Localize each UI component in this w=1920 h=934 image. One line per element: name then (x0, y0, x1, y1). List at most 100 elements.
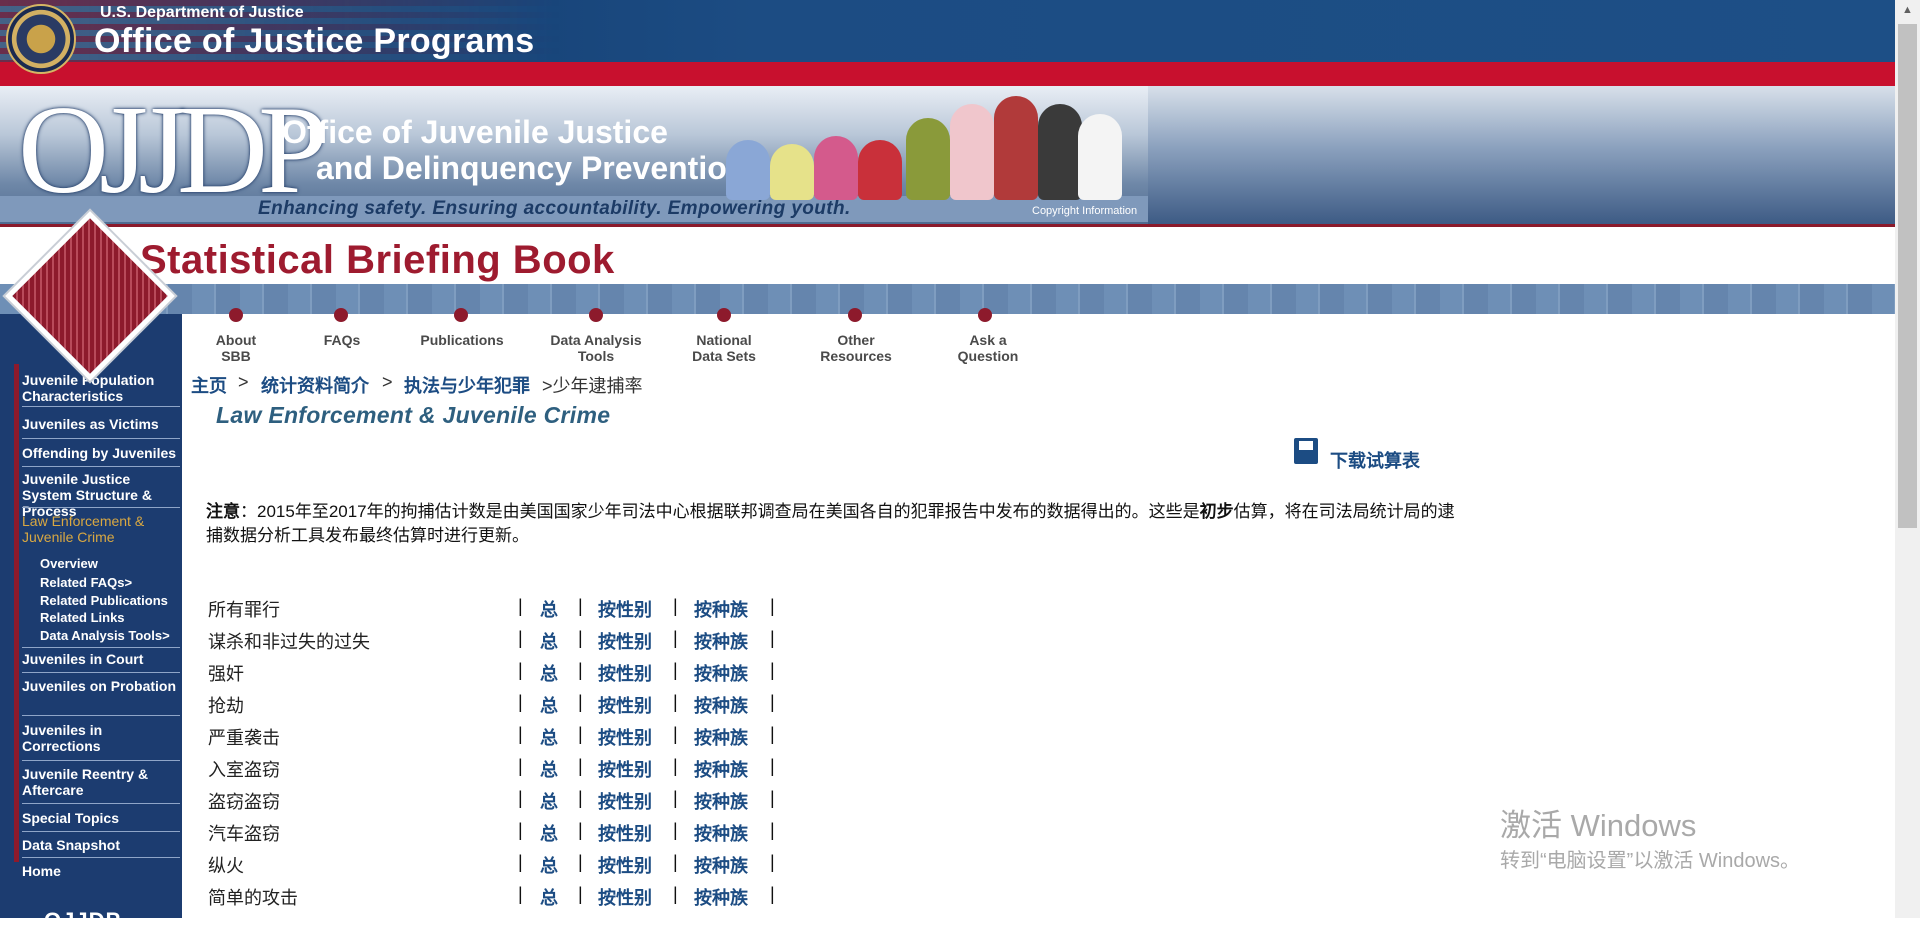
total-link[interactable]: 总 (540, 692, 558, 718)
column-separator: | (518, 724, 523, 744)
nav-about-sbb[interactable]: About SBB (208, 332, 264, 364)
nav-publications[interactable]: Publications (416, 332, 508, 348)
total-link[interactable]: 总 (540, 596, 558, 622)
by-sex-link[interactable]: 按性别 (598, 820, 652, 846)
ojjdp-banner-right (1148, 86, 1895, 225)
by-race-link[interactable]: 按种族 (694, 788, 748, 814)
column-separator: | (518, 756, 523, 776)
nav-dot-icon (334, 308, 348, 322)
column-separator: | (518, 596, 523, 616)
sidebar-item-probation[interactable]: Juveniles on Probation (22, 678, 180, 694)
offense-label: 简单的攻击 (208, 888, 298, 908)
by-race-link[interactable]: 按种族 (694, 852, 748, 878)
breadcrumb-level2[interactable]: 执法与少年犯罪 (404, 372, 530, 398)
note-paragraph: 注意：2015年至2017年的拘捕估计数是由美国国家少年司法中心根据联邦调查局在… (206, 500, 1468, 548)
total-link[interactable]: 总 (540, 884, 558, 910)
sidebar-item-home[interactable]: Home (22, 863, 180, 879)
doj-subtitle[interactable]: U.S. Department of Justice (100, 4, 304, 22)
sidebar-item-law-enforcement[interactable]: Law Enforcement & Juvenile Crime (22, 513, 180, 545)
sidebar-divider (22, 803, 180, 804)
column-separator: | (673, 596, 678, 616)
by-race-link[interactable]: 按种族 (694, 628, 748, 654)
sidebar-divider (22, 507, 180, 508)
sidebar-accent-bar (14, 364, 19, 862)
sidebar-item-population[interactable]: Juvenile Population Characteristics (22, 372, 180, 404)
by-race-link[interactable]: 按种族 (694, 692, 748, 718)
sidebar-bottom-logo[interactable]: OJJDP (44, 908, 121, 934)
sidebar-item-court[interactable]: Juveniles in Court (22, 651, 180, 667)
sidebar-item-victims[interactable]: Juveniles as Victims (22, 416, 180, 432)
doj-title[interactable]: Office of Justice Programs (94, 22, 535, 61)
by-sex-link[interactable]: 按性别 (598, 692, 652, 718)
youth-photo (726, 90, 1126, 200)
sidebar-sub-faqs[interactable]: Related FAQs> (40, 575, 132, 591)
doj-seal-icon[interactable] (6, 4, 76, 74)
by-race-link[interactable]: 按种族 (694, 596, 748, 622)
scrollbar-thumb[interactable] (1898, 24, 1917, 528)
total-link[interactable]: 总 (540, 820, 558, 846)
by-sex-link[interactable]: 按性别 (598, 852, 652, 878)
sidebar-item-data-snapshot[interactable]: Data Snapshot (22, 837, 180, 853)
nav-ask-question[interactable]: Ask a Question (952, 332, 1024, 364)
by-race-link[interactable]: 按种族 (694, 724, 748, 750)
sbb-stripe (0, 284, 1895, 314)
by-race-link[interactable]: 按种族 (694, 884, 748, 910)
total-link[interactable]: 总 (540, 852, 558, 878)
youth-figure (950, 104, 994, 200)
sidebar-sub-overview[interactable]: Overview (40, 556, 98, 572)
breadcrumb-level1[interactable]: 统计资料简介 (261, 372, 369, 398)
sidebar-item-corrections[interactable]: Juveniles in Corrections (22, 722, 180, 754)
sidebar-sub-publications[interactable]: Related Publications (40, 593, 168, 609)
youth-figure (994, 96, 1038, 200)
sbb-title[interactable]: Statistical Briefing Book (140, 238, 615, 283)
offense-label: 汽车盗窃 (208, 824, 280, 844)
column-separator: | (770, 788, 775, 808)
by-sex-link[interactable]: 按性别 (598, 724, 652, 750)
nav-label: Data Sets (692, 348, 756, 364)
sidebar-item-special-topics[interactable]: Special Topics (22, 810, 180, 826)
sidebar-item-reentry[interactable]: Juvenile Reentry & Aftercare (22, 766, 180, 798)
total-link[interactable]: 总 (540, 628, 558, 654)
by-sex-link[interactable]: 按性别 (598, 884, 652, 910)
column-separator: | (770, 820, 775, 840)
scroll-up-arrow-icon[interactable]: ▲ (1898, 4, 1917, 20)
ojjdp-logo[interactable]: OJJDP (18, 88, 328, 214)
sidebar-sub-links[interactable]: Related Links (40, 610, 125, 626)
sidebar-sub-tools[interactable]: Data Analysis Tools> (40, 628, 170, 644)
column-separator: | (518, 820, 523, 840)
total-link[interactable]: 总 (540, 756, 558, 782)
nav-label: Data Analysis (550, 332, 642, 348)
nav-label: Resources (820, 348, 892, 364)
column-separator: | (673, 724, 678, 744)
by-sex-link[interactable]: 按性别 (598, 660, 652, 686)
column-separator: | (673, 628, 678, 648)
nav-dot-icon (848, 308, 862, 322)
breadcrumb-home[interactable]: 主页 (191, 372, 227, 398)
by-sex-link[interactable]: 按性别 (598, 756, 652, 782)
column-separator: | (578, 660, 583, 680)
by-race-link[interactable]: 按种族 (694, 820, 748, 846)
by-sex-link[interactable]: 按性别 (598, 596, 652, 622)
nav-data-analysis-tools[interactable]: Data Analysis Tools (548, 332, 644, 364)
by-sex-link[interactable]: 按性别 (598, 628, 652, 654)
column-separator: | (578, 724, 583, 744)
sidebar-divider (22, 438, 180, 439)
nav-national-data-sets[interactable]: National Data Sets (682, 332, 766, 364)
download-spreadsheet-link[interactable]: 下载试算表 (1330, 447, 1420, 473)
total-link[interactable]: 总 (540, 660, 558, 686)
sidebar-item-justice-system[interactable]: Juvenile Justice System Structure & Proc… (22, 471, 180, 519)
copyright-link[interactable]: Copyright Information (1032, 205, 1137, 217)
nav-faqs[interactable]: FAQs (318, 332, 366, 348)
by-sex-link[interactable]: 按性别 (598, 788, 652, 814)
nav-dot-icon (589, 308, 603, 322)
total-link[interactable]: 总 (540, 788, 558, 814)
sidebar: Juvenile Population Characteristics Juve… (0, 314, 182, 918)
save-icon[interactable] (1294, 438, 1318, 464)
by-race-link[interactable]: 按种族 (694, 660, 748, 686)
by-race-link[interactable]: 按种族 (694, 756, 748, 782)
nav-other-resources[interactable]: Other Resources (816, 332, 896, 364)
sidebar-divider (22, 760, 180, 761)
total-link[interactable]: 总 (540, 724, 558, 750)
ojjdp-name-line1: Office of Juvenile Justice (282, 114, 668, 150)
sidebar-item-offending[interactable]: Offending by Juveniles (22, 445, 180, 461)
